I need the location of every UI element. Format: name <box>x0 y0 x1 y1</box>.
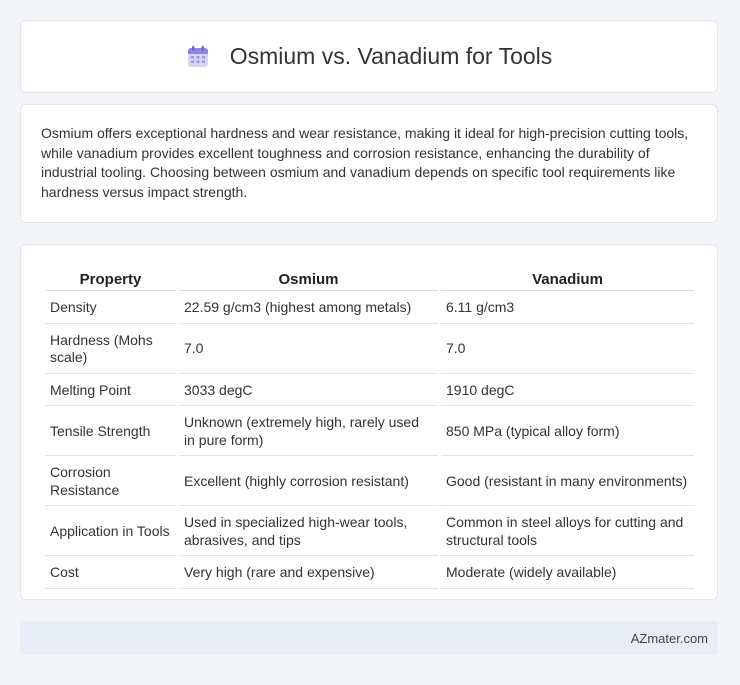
calendar-icon <box>186 45 210 69</box>
footer: AZmater.com <box>20 621 718 655</box>
table-row: Application in Tools Used in specialized… <box>45 508 694 556</box>
vanadium-cell: 850 MPa (typical alloy form) <box>441 408 694 456</box>
table-row: Melting Point 3033 degC 1910 degC <box>45 376 694 406</box>
property-cell: Corrosion Resistance <box>45 458 176 506</box>
table-row: Hardness (Mohs scale) 7.0 7.0 <box>45 326 694 374</box>
property-cell: Melting Point <box>45 376 176 406</box>
table-header-row: Property Osmium Vanadium <box>45 267 694 291</box>
vanadium-cell: Moderate (widely available) <box>441 558 694 589</box>
table-row: Corrosion Resistance Excellent (highly c… <box>45 458 694 506</box>
property-cell: Hardness (Mohs scale) <box>45 326 176 374</box>
osmium-cell: Very high (rare and expensive) <box>179 558 438 589</box>
table-row: Tensile Strength Unknown (extremely high… <box>45 408 694 456</box>
property-cell: Density <box>45 293 176 324</box>
page-title: Osmium vs. Vanadium for Tools <box>229 43 553 69</box>
summary-card: Osmium offers exceptional hardness and w… <box>20 104 718 223</box>
property-cell: Cost <box>45 558 176 589</box>
summary-text: Osmium offers exceptional hardness and w… <box>41 125 689 200</box>
comparison-table-card: Property Osmium Vanadium Density 22.59 g… <box>20 244 718 600</box>
comparison-table: Property Osmium Vanadium Density 22.59 g… <box>42 265 697 591</box>
property-cell: Tensile Strength <box>45 408 176 456</box>
table-row: Density 22.59 g/cm3 (highest among metal… <box>45 293 694 324</box>
vanadium-cell: Common in steel alloys for cutting and s… <box>441 508 694 556</box>
title-card: Osmium vs. Vanadium for Tools <box>20 20 718 93</box>
footer-brand: AZmater.com <box>630 630 708 646</box>
osmium-cell: Excellent (highly corrosion resistant) <box>179 458 438 506</box>
vanadium-cell: 6.11 g/cm3 <box>441 293 694 324</box>
column-header-vanadium: Vanadium <box>441 267 694 291</box>
osmium-cell: 7.0 <box>179 326 438 374</box>
column-header-osmium: Osmium <box>179 267 438 291</box>
vanadium-cell: Good (resistant in many environments) <box>441 458 694 506</box>
osmium-cell: Unknown (extremely high, rarely used in … <box>179 408 438 456</box>
vanadium-cell: 1910 degC <box>441 376 694 406</box>
osmium-cell: 22.59 g/cm3 (highest among metals) <box>179 293 438 324</box>
vanadium-cell: 7.0 <box>441 326 694 374</box>
osmium-cell: 3033 degC <box>179 376 438 406</box>
property-cell: Application in Tools <box>45 508 176 556</box>
table-row: Cost Very high (rare and expensive) Mode… <box>45 558 694 589</box>
osmium-cell: Used in specialized high-wear tools, abr… <box>179 508 438 556</box>
column-header-property: Property <box>45 267 176 291</box>
